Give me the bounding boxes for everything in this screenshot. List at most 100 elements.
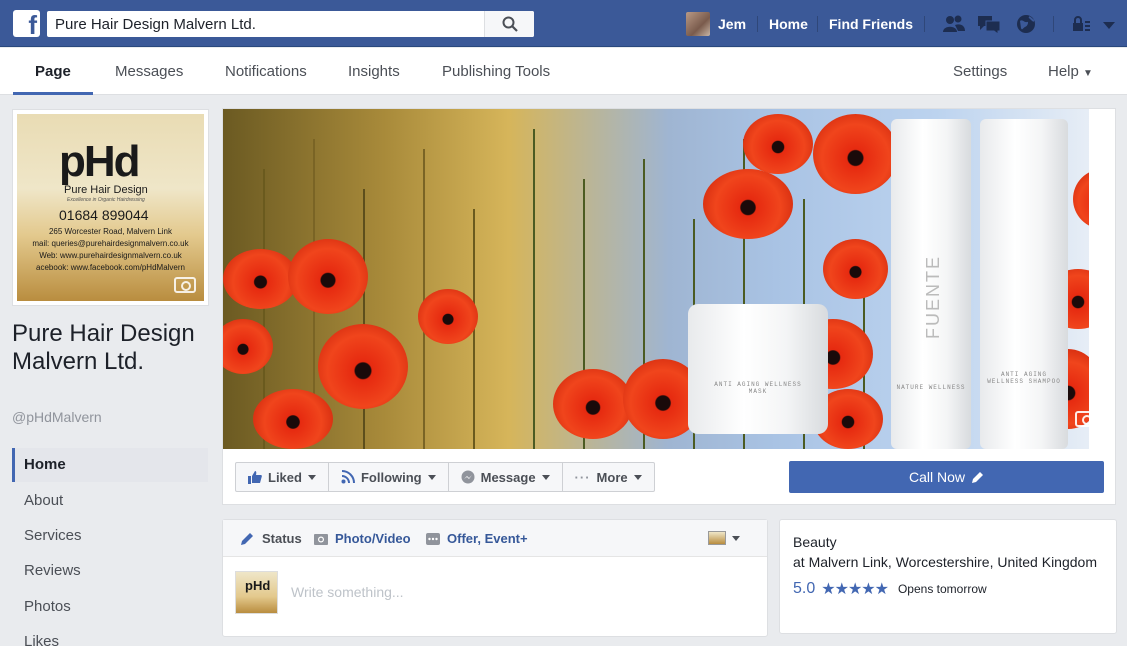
sidebar-item-services[interactable]: Services [12, 519, 208, 553]
call-now-button[interactable]: Call Now [789, 461, 1104, 493]
logo-web: Web: www.purehairdesignmalvern.co.uk [39, 251, 182, 260]
camera-icon[interactable] [174, 277, 196, 293]
page-thumbnail [708, 531, 726, 545]
profile-link[interactable]: Jem [686, 12, 746, 36]
chevron-down-icon [427, 474, 436, 480]
nav-divider [1053, 16, 1054, 32]
tab-publishing-tools[interactable]: Publishing Tools [442, 63, 550, 80]
nav-divider [757, 16, 758, 32]
sidebar-item-about[interactable]: About [12, 484, 208, 518]
camera-icon [314, 533, 328, 545]
search-icon [502, 16, 518, 32]
composer-input[interactable] [291, 582, 731, 602]
pencil-icon[interactable] [971, 471, 984, 484]
top-bar: f Jem Home Find Friends [0, 0, 1127, 47]
logo-phone: 01684 899044 [59, 207, 149, 223]
more-label: More [596, 469, 628, 485]
about-card: Beauty at Malvern Link, Worcestershire, … [779, 519, 1117, 634]
nav-divider [817, 16, 818, 32]
messenger-icon [461, 470, 475, 484]
logo-email: mail: queries@purehairdesignmalvern.co.u… [32, 239, 189, 248]
sidebar-item-photos[interactable]: Photos [12, 590, 208, 624]
chevron-down-icon [633, 474, 642, 480]
privacy-lock-icon[interactable] [1068, 13, 1094, 35]
help-label: Help [1048, 63, 1079, 80]
product-brand: FUENTE [923, 255, 943, 339]
camera-icon[interactable] [1075, 411, 1097, 427]
product-label-mask: ANTI AGING WELLNESS MASK [714, 381, 802, 395]
more-icon [426, 532, 440, 545]
chevron-down-icon [541, 474, 550, 480]
logo-facebook: acebook: www.facebook.com/pHdMalvern [36, 263, 185, 272]
logo-mark: pHd [59, 137, 141, 186]
tab-status[interactable]: Status [240, 531, 302, 546]
tab-settings[interactable]: Settings [953, 63, 1007, 80]
status-label: Status [262, 531, 302, 546]
facebook-logo-icon[interactable]: f [13, 10, 40, 37]
avatar: pHd [235, 571, 278, 614]
find-friends-link[interactable]: Find Friends [829, 16, 913, 32]
nav-divider [924, 16, 925, 32]
post-as-selector[interactable] [708, 531, 740, 545]
rss-icon [341, 470, 355, 484]
tab-notifications[interactable]: Notifications [225, 63, 307, 80]
tab-messages[interactable]: Messages [115, 63, 183, 80]
messages-icon[interactable] [976, 13, 1002, 35]
chevron-down-icon [307, 474, 316, 480]
offer-event-label: Offer, Event+ [447, 531, 528, 546]
star-rating: ★★★★★ [821, 581, 889, 598]
account-menu-icon[interactable] [1100, 13, 1118, 35]
composer-tabs: Status Photo/Video Offer, Event+ [223, 520, 767, 557]
thumbs-up-icon [248, 471, 262, 484]
rating-row: 5.0 ★★★★★ Opens tomorrow [793, 579, 1103, 599]
profile-logo: pHd Pure Hair Design Excellence in Organ… [17, 114, 204, 301]
tab-photo-video[interactable]: Photo/Video [313, 531, 411, 546]
search-input[interactable] [47, 11, 487, 37]
active-tab-indicator [13, 92, 93, 95]
home-link[interactable]: Home [769, 16, 808, 32]
call-now-label: Call Now [908, 469, 965, 485]
tab-page[interactable]: Page [35, 63, 71, 80]
search-button[interactable] [484, 11, 534, 37]
cover-section: ANTI AGING WELLNESS MASK FUENTE NATURE W… [222, 108, 1116, 505]
page-handle[interactable]: @pHdMalvern [12, 409, 102, 425]
tab-insights[interactable]: Insights [348, 63, 400, 80]
message-label: Message [480, 469, 536, 485]
liked-label: Liked [268, 469, 302, 485]
logo-address: 265 Worcester Road, Malvern Link [48, 227, 173, 236]
following-label: Following [360, 469, 422, 485]
page-title: Pure Hair Design Malvern Ltd. [12, 320, 195, 375]
post-composer: Status Photo/Video Offer, Event+ pHd [222, 519, 768, 637]
logo-tagline: Excellence in Organic Hairdressing [67, 197, 145, 203]
avatar [686, 12, 710, 36]
user-name: Jem [718, 16, 747, 32]
tab-help[interactable]: Help ▼ [1048, 63, 1093, 80]
notifications-globe-icon[interactable] [1014, 13, 1040, 35]
profile-picture[interactable]: pHd Pure Hair Design Excellence in Organ… [12, 109, 209, 306]
message-button[interactable]: Message [449, 463, 563, 491]
page-nav: Page Messages Notifications Insights Pub… [0, 48, 1127, 95]
liked-button[interactable]: Liked [236, 463, 329, 491]
sidebar-item-likes[interactable]: Likes [12, 625, 208, 646]
following-button[interactable]: Following [329, 463, 449, 491]
pencil-icon [241, 532, 253, 545]
sidebar-item-home[interactable]: Home [12, 448, 208, 482]
opening-hours[interactable]: Opens tomorrow [898, 582, 987, 596]
more-dots-icon: ··· [574, 469, 591, 485]
logo-name: Pure Hair Design [64, 184, 148, 196]
avatar-mark: pHd [245, 578, 271, 593]
more-button[interactable]: ··· More [563, 463, 654, 491]
cover-photo[interactable]: ANTI AGING WELLNESS MASK FUENTE NATURE W… [223, 109, 1115, 449]
rating-value[interactable]: 5.0 [793, 580, 815, 598]
search-box [47, 11, 534, 37]
location[interactable]: at Malvern Link, Worcestershire, United … [793, 552, 1103, 572]
category[interactable]: Beauty [793, 534, 1103, 550]
sidebar-item-reviews[interactable]: Reviews [12, 554, 208, 588]
tab-offer-event[interactable]: Offer, Event+ [425, 531, 528, 546]
product-label-shampoo: ANTI AGING WELLNESS SHAMPOO [987, 371, 1061, 385]
friend-requests-icon[interactable] [941, 13, 967, 35]
page-actions: Liked Following Message ··· More [235, 462, 655, 492]
chevron-down-icon: ▼ [1083, 68, 1093, 79]
product-label-nature: NATURE WELLNESS [896, 384, 966, 391]
photo-video-label: Photo/Video [335, 531, 411, 546]
